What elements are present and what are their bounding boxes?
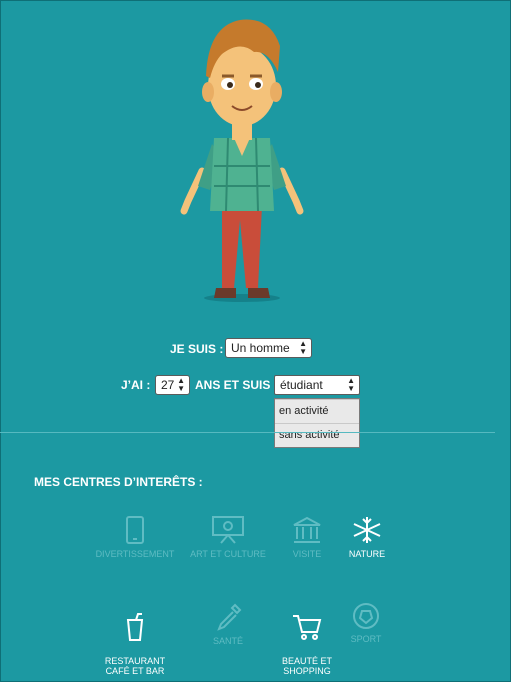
gender-select-value: Un homme (231, 341, 290, 355)
select-arrows-icon: ▲ ▼ (347, 376, 355, 393)
stepper-arrows-icon: ▲ ▼ (177, 376, 185, 393)
projector-icon (212, 516, 244, 544)
status-select[interactable]: étudiant ▲ ▼ (274, 375, 360, 395)
drink-icon (126, 613, 144, 641)
interests-title: MES CENTRES D’INTERÊTS : (34, 475, 203, 489)
interest-label: NATURE (348, 549, 386, 559)
interest-label: ART ET CULTURE (190, 549, 266, 559)
status-option[interactable]: en activité (275, 399, 359, 423)
interest-label: RESTAURANT CAFÉ ET BAR (104, 656, 166, 676)
gender-select[interactable]: Un homme ▲ ▼ (225, 338, 312, 358)
interest-label: DIVERTISSEMENT (95, 549, 175, 559)
select-arrows-icon: ▲ ▼ (299, 339, 307, 356)
interest-nature[interactable]: NATURE (334, 515, 400, 559)
age-stepper[interactable]: 27 ▲ ▼ (155, 375, 190, 395)
status-dropdown: en activité sans activité (274, 398, 360, 448)
dropper-icon (217, 603, 242, 631)
interest-beaute-shopping[interactable]: BEAUTÉ ET SHOPPING (272, 602, 342, 676)
avatar-illustration (180, 19, 304, 302)
status-select-value: étudiant (280, 378, 323, 392)
interest-divertissement[interactable]: DIVERTISSEMENT (95, 515, 175, 559)
snowflake-icon (353, 517, 381, 543)
status-label: ANS ET SUIS (195, 378, 271, 392)
interest-sport[interactable]: SPORT (338, 602, 394, 644)
status-option[interactable]: sans activité (275, 423, 359, 447)
monument-icon (293, 516, 321, 543)
gender-label: JE SUIS : (170, 342, 224, 356)
interest-restaurant[interactable]: RESTAURANT CAFÉ ET BAR (95, 602, 175, 676)
interest-sante[interactable]: SANTÉ (188, 602, 268, 646)
cart-icon (293, 615, 322, 640)
age-label: J’AI : (121, 378, 151, 392)
interest-visite[interactable]: VISITE (272, 515, 342, 559)
smartphone-icon (126, 516, 144, 544)
ball-icon (353, 603, 379, 629)
interest-art-culture[interactable]: ART ET CULTURE (188, 515, 268, 559)
interest-label: VISITE (292, 549, 322, 559)
age-value: 27 (161, 378, 175, 392)
interest-label: BEAUTÉ ET SHOPPING (281, 656, 332, 676)
interest-label: SPORT (350, 634, 382, 644)
section-divider (0, 432, 495, 433)
interest-label: SANTÉ (212, 636, 243, 646)
